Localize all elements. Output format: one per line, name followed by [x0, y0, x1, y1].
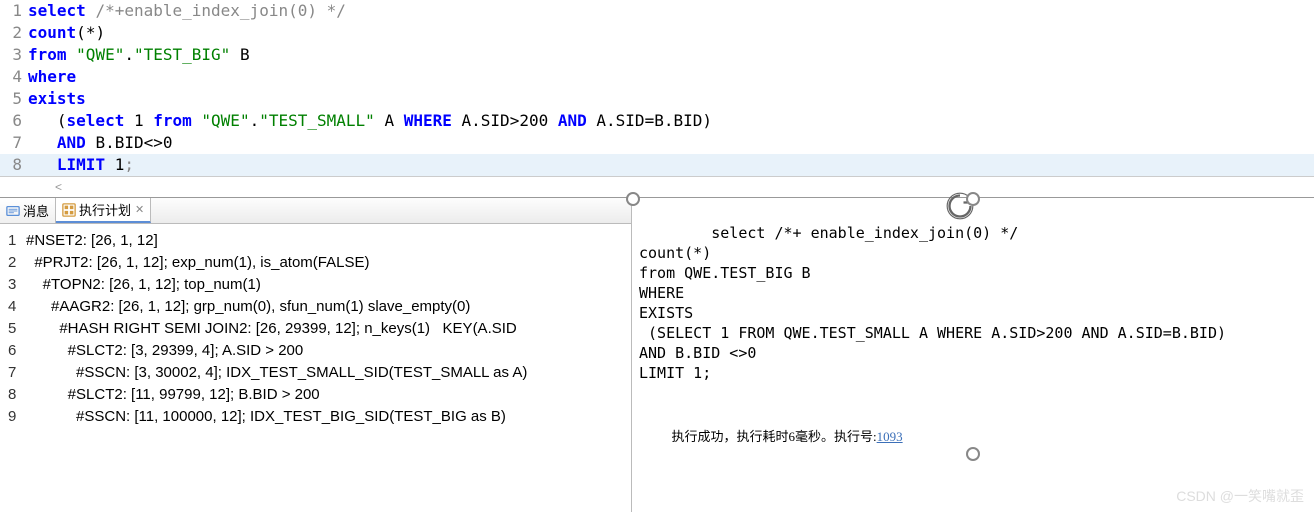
- plan-line: 1#NSET2: [26, 1, 12]: [4, 230, 627, 252]
- line-number: 2: [0, 22, 28, 44]
- tab-plan-label: 执行计划: [79, 200, 131, 219]
- sql-editor[interactable]: 1select /*+enable_index_join(0) */2count…: [0, 0, 1314, 177]
- line-number: 7: [0, 132, 28, 154]
- code-line[interactable]: 4where: [0, 66, 1314, 88]
- status-line: 执行成功，执行耗时6毫秒。执行号:1093: [639, 407, 1307, 467]
- plan-line-number: 3: [4, 274, 26, 296]
- plan-line-number: 7: [4, 362, 26, 384]
- plan-text: #HASH RIGHT SEMI JOIN2: [26, 29399, 12];…: [26, 318, 627, 340]
- line-number: 3: [0, 44, 28, 66]
- plan-line: 3 #TOPN2: [26, 1, 12]; top_num(1): [4, 274, 627, 296]
- plan-line-number: 6: [4, 340, 26, 362]
- plan-text: #NSET2: [26, 1, 12]: [26, 230, 627, 252]
- plan-line: 8 #SLCT2: [11, 99799, 12]; B.BID > 200: [4, 384, 627, 406]
- execution-plan-body[interactable]: 1#NSET2: [26, 1, 12]2 #PRJT2: [26, 1, 12…: [0, 224, 631, 434]
- horizontal-scroll[interactable]: <: [0, 177, 1314, 197]
- plan-text: #PRJT2: [26, 1, 12]; exp_num(1), is_atom…: [26, 252, 627, 274]
- plan-text: #SLCT2: [3, 29399, 4]; A.SID > 200: [26, 340, 627, 362]
- code-line[interactable]: 1select /*+enable_index_join(0) */: [0, 0, 1314, 22]
- code-content: LIMIT 1;: [28, 154, 1314, 176]
- result-tabs: 消息 执行计划 ✕: [0, 198, 631, 224]
- code-line[interactable]: 2count(*): [0, 22, 1314, 44]
- watermark: CSDN @一笑嘴就歪: [1176, 486, 1304, 506]
- plan-line-number: 5: [4, 318, 26, 340]
- plan-text: #SLCT2: [11, 99799, 12]; B.BID > 200: [26, 384, 627, 406]
- code-line[interactable]: 5exists: [0, 88, 1314, 110]
- plan-text: #TOPN2: [26, 1, 12]; top_num(1): [26, 274, 627, 296]
- plan-text: #SSCN: [11, 100000, 12]; IDX_TEST_BIG_SI…: [26, 406, 627, 428]
- code-line[interactable]: 8 LIMIT 1;: [0, 154, 1314, 176]
- plan-line: 6 #SLCT2: [3, 29399, 4]; A.SID > 200: [4, 340, 627, 362]
- line-number: 8: [0, 154, 28, 176]
- code-content: from "QWE"."TEST_BIG" B: [28, 44, 1314, 66]
- tab-messages[interactable]: 消息: [0, 198, 56, 223]
- plan-line-number: 4: [4, 296, 26, 318]
- line-number: 4: [0, 66, 28, 88]
- code-line[interactable]: 7 AND B.BID<>0: [0, 132, 1314, 154]
- plan-icon: [62, 203, 76, 217]
- plan-line: 9 #SSCN: [11, 100000, 12]; IDX_TEST_BIG_…: [4, 406, 627, 428]
- plan-line-number: 2: [4, 252, 26, 274]
- results-left-panel: 消息 执行计划 ✕ 1#NSET2: [26, 1, 12]2 #PRJT2: …: [0, 198, 632, 512]
- code-line[interactable]: 6 (select 1 from "QWE"."TEST_SMALL" A WH…: [0, 110, 1314, 132]
- code-content: count(*): [28, 22, 1314, 44]
- line-number: 5: [0, 88, 28, 110]
- execution-id-link[interactable]: 1093: [877, 429, 903, 444]
- plan-line: 2 #PRJT2: [26, 1, 12]; exp_num(1), is_at…: [4, 252, 627, 274]
- plan-line: 4 #AAGR2: [26, 1, 12]; grp_num(0), sfun_…: [4, 296, 627, 318]
- tab-execution-plan[interactable]: 执行计划 ✕: [56, 198, 151, 223]
- code-content: AND B.BID<>0: [28, 132, 1314, 154]
- plan-line: 5 #HASH RIGHT SEMI JOIN2: [26, 29399, 12…: [4, 318, 627, 340]
- line-number: 1: [0, 0, 28, 22]
- code-content: select /*+enable_index_join(0) */: [28, 0, 1314, 22]
- line-number: 6: [0, 110, 28, 132]
- plan-line-number: 9: [4, 406, 26, 428]
- code-content: (select 1 from "QWE"."TEST_SMALL" A WHER…: [28, 110, 1314, 132]
- plan-text: #SSCN: [3, 30002, 4]; IDX_TEST_SMALL_SID…: [26, 362, 627, 384]
- close-icon[interactable]: ✕: [135, 203, 144, 216]
- code-line[interactable]: 3from "QWE"."TEST_BIG" B: [0, 44, 1314, 66]
- tab-messages-label: 消息: [23, 201, 49, 220]
- plan-line-number: 8: [4, 384, 26, 406]
- result-panel: select /*+ enable_index_join(0) */ count…: [632, 198, 1314, 512]
- messages-icon: [6, 204, 20, 218]
- code-content: where: [28, 66, 1314, 88]
- scroll-left-icon: <: [55, 180, 62, 194]
- plan-text: #AAGR2: [26, 1, 12]; grp_num(0), sfun_nu…: [26, 296, 627, 318]
- plan-line-number: 1: [4, 230, 26, 252]
- status-text: 执行成功，执行耗时6毫秒。执行号:: [672, 429, 877, 444]
- plan-line: 7 #SSCN: [3, 30002, 4]; IDX_TEST_SMALL_S…: [4, 362, 627, 384]
- result-sql-text[interactable]: select /*+ enable_index_join(0) */ count…: [633, 199, 1313, 511]
- code-content: exists: [28, 88, 1314, 110]
